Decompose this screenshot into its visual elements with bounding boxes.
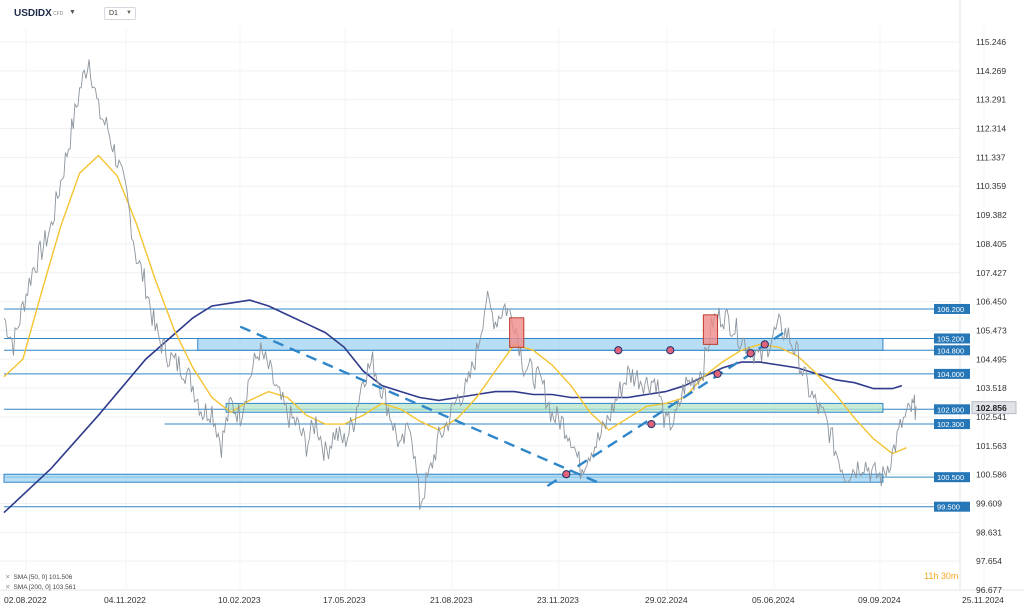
level-label-text: 100.500: [937, 473, 964, 482]
candle-timer: 11h 30m: [924, 571, 959, 581]
legend-sma50[interactable]: ✕ SMA [50, 0] 101.506: [5, 573, 72, 581]
y-tick-label: 101.563: [976, 441, 1007, 451]
supply-box: [702, 314, 719, 345]
y-tick-label: 114.269: [976, 66, 1006, 76]
price-chart[interactable]: 115.246 114.269 113.291 112.314 111.337 110.3…: [0, 0, 1024, 613]
pivot-marker: [647, 419, 656, 429]
y-tick-label: 110.359: [976, 181, 1006, 191]
zone-rect: [225, 402, 884, 413]
legend-sma200-value: 103.561: [52, 584, 76, 591]
pivot-marker: [746, 349, 755, 358]
y-tick-label: 111.337: [976, 152, 1006, 162]
y-tick-label: 107.427: [976, 268, 1007, 278]
chart-grid: [0, 0, 1024, 591]
x-tick-label: 02.08.2022: [4, 595, 47, 605]
zone-rect: [3, 473, 884, 483]
pivot-marker: [760, 340, 769, 349]
legend-sma200-label: SMA [200, 0]: [13, 584, 51, 591]
x-tick-label: 23.11.2023: [537, 595, 579, 605]
x-tick-label: 29.02.2024: [645, 595, 688, 605]
close-icon[interactable]: ✕: [5, 584, 10, 591]
x-tick-label: 04.11.2022: [104, 595, 146, 605]
y-tick-label: 100.586: [976, 470, 1007, 480]
support-resistance-zones: [3, 337, 884, 483]
level-label-text: 104.800: [937, 346, 964, 355]
y-tick-label: 99.609: [976, 498, 1002, 508]
x-tick-label: 25.11.2024: [962, 595, 1004, 605]
level-label-text: 106.200: [937, 305, 964, 314]
current-price-text: 102.856: [976, 403, 1007, 413]
legend-sma200[interactable]: ✕ SMA [200, 0] 103.561: [5, 583, 76, 591]
x-tick-label: 21.08.2023: [430, 595, 473, 605]
y-tick-label: 96.677: [976, 585, 1002, 595]
pivot-marker: [666, 346, 675, 355]
x-tick-label: 10.02.2023: [218, 595, 261, 605]
x-tick-label: 05.06.2024: [752, 595, 795, 605]
price-path: [3, 59, 917, 510]
legend-sma50-value: 101.506: [48, 574, 73, 581]
y-tick-label: 109.382: [976, 210, 1007, 220]
pivot-marker: [713, 369, 722, 378]
x-axis: 02.08.2022 04.11.2022 10.02.2023 17.05.2023…: [4, 595, 1004, 605]
level-label-text: 104.000: [937, 370, 964, 379]
y-tick-label: 97.654: [976, 556, 1002, 566]
legend-sma50-label: SMA [50, 0]: [13, 574, 48, 581]
close-icon[interactable]: ✕: [5, 574, 10, 581]
level-label-text: 102.300: [937, 420, 964, 429]
y-tick-label: 112.314: [976, 124, 1006, 134]
y-tick-label: 98.631: [976, 527, 1002, 537]
x-tick-label: 09.09.2024: [858, 595, 901, 605]
y-tick-label: 106.450: [976, 297, 1007, 307]
y-axis: 115.246 114.269 113.291 112.314 111.337 110.3…: [976, 37, 1007, 595]
pivot-marker: [614, 346, 623, 355]
supply-box: [509, 317, 525, 348]
level-label-text: 105.200: [937, 334, 964, 343]
y-tick-label: 113.291: [976, 95, 1006, 105]
level-label-text: 102.800: [937, 405, 964, 414]
y-tick-label: 105.473: [976, 325, 1007, 335]
y-tick-label: 108.405: [976, 239, 1007, 249]
price-series: [3, 59, 917, 510]
level-label-text: 99.500: [937, 503, 960, 512]
y-tick-label: 115.246: [976, 37, 1006, 47]
y-tick-label: 103.518: [976, 383, 1007, 393]
y-tick-label: 104.495: [976, 354, 1007, 364]
x-tick-label: 17.05.2023: [323, 595, 366, 605]
pivot-marker: [562, 470, 571, 479]
